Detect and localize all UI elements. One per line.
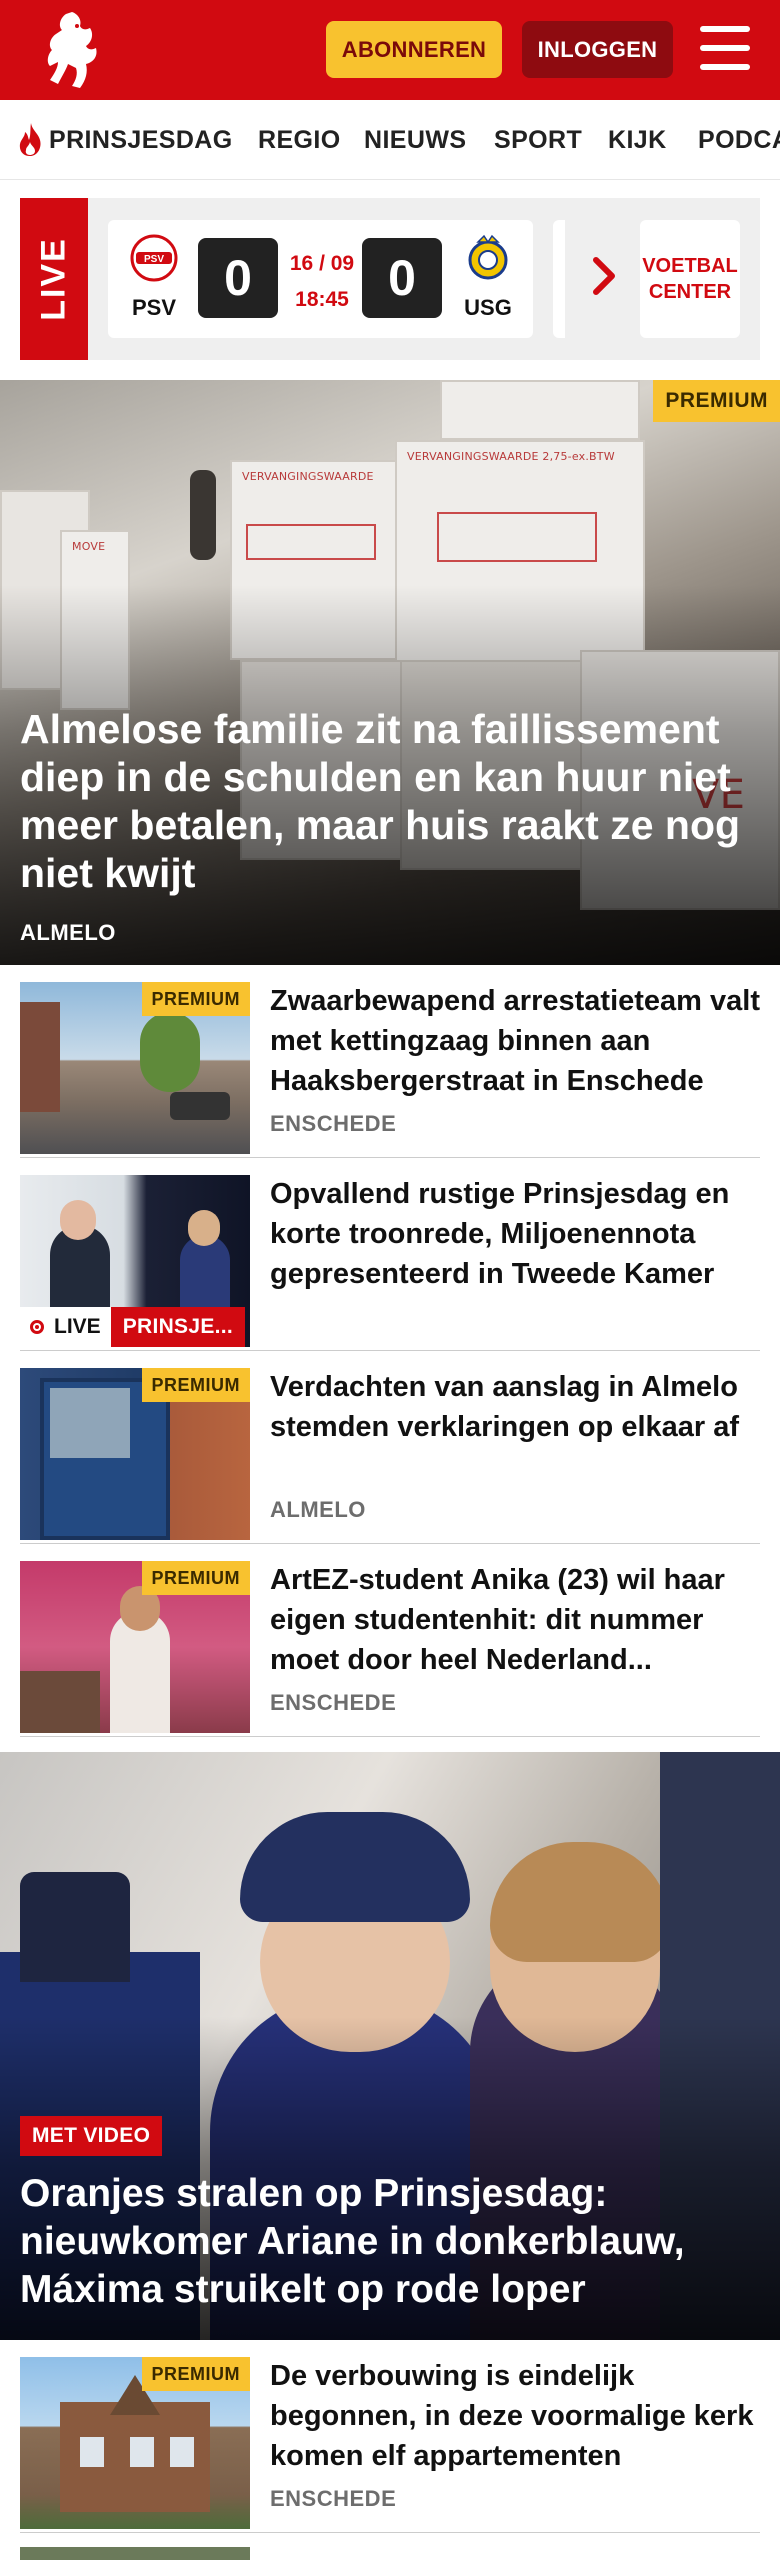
- live-chip: LIVE PRINSJE...: [20, 1307, 246, 1347]
- nav-item-sport[interactable]: SPORT: [494, 126, 582, 155]
- section-nav: PRINSJESDAG REGIO NIEUWS SPORT KIJK PODC…: [0, 100, 780, 180]
- hero-article[interactable]: MOVE VERVANGINGSWAARDE VERVANGINGSWAARDE…: [0, 380, 780, 965]
- article-thumbnail[interactable]: PREMIUM: [20, 1561, 250, 1733]
- article-item[interactable]: PREMIUM Zwaarbewapend arrestatieteam val…: [20, 965, 760, 1158]
- away-score: 0: [362, 238, 442, 318]
- nav-item-prinsjesdag[interactable]: PRINSJESDAG: [49, 126, 233, 155]
- menu-icon[interactable]: [700, 26, 752, 72]
- svg-text:PSV: PSV: [144, 254, 164, 265]
- article-headline[interactable]: ArtEZ-student Anika (23) wil haar eigen …: [270, 1560, 760, 1680]
- live-tag: LIVE: [20, 198, 88, 360]
- nav-item-podcast[interactable]: PODCA: [698, 126, 780, 155]
- home-team-name: PSV: [131, 295, 177, 320]
- article-item[interactable]: LIVE PRINSJE... Opvallend rustige Prinsj…: [20, 1158, 760, 1351]
- article-headline[interactable]: Opvallend rustige Prinsjesdag en korte t…: [270, 1174, 760, 1294]
- live-score-widget: LIVE PSV PSV 0 16 / 09 18:45 0 USG VOETB…: [20, 198, 760, 360]
- article-thumbnail[interactable]: PREMIUM: [20, 2357, 250, 2529]
- article-region: ALMELO: [270, 1497, 366, 1522]
- article-thumbnail[interactable]: PREMIUM: [20, 1368, 250, 1540]
- article-thumbnail[interactable]: [20, 2547, 250, 2560]
- premium-badge: PREMIUM: [141, 1368, 250, 1402]
- tubantia-logo-icon[interactable]: [36, 10, 104, 90]
- live-dot-icon: [30, 1320, 44, 1334]
- hero-headline[interactable]: Almelose familie zit na faillissement di…: [20, 705, 760, 897]
- article-headline[interactable]: Verdachten van aanslag in Almelo stemden…: [270, 1367, 760, 1447]
- article-item[interactable]: PREMIUM Verdachten van aanslag in Almelo…: [20, 1351, 760, 1544]
- match-datetime: 16 / 09 18:45: [289, 252, 355, 311]
- article-region: ENSCHEDE: [270, 2486, 397, 2511]
- match-card[interactable]: PSV PSV 0 16 / 09 18:45 0 USG: [108, 220, 533, 338]
- article-region: ENSCHEDE: [270, 1690, 397, 1715]
- home-score: 0: [198, 238, 278, 318]
- article-thumbnail[interactable]: LIVE PRINSJE...: [20, 1175, 250, 1347]
- article-thumbnail[interactable]: PREMIUM: [20, 982, 250, 1154]
- video-tag: MET VIDEO: [20, 2116, 163, 2156]
- top-bar: ABONNEREN INLOGGEN: [0, 0, 780, 100]
- article-item[interactable]: PREMIUM De verbouwing is eindelijk begon…: [20, 2340, 760, 2533]
- nav-item-regio[interactable]: REGIO: [258, 126, 341, 155]
- article-item[interactable]: PREMIUM ArtEZ-student Anika (23) wil haa…: [20, 1544, 760, 1737]
- away-team-name: USG: [464, 295, 512, 320]
- article-item[interactable]: [20, 2533, 760, 2560]
- psv-crest-icon: PSV: [130, 234, 178, 282]
- nav-item-nieuws[interactable]: NIEUWS: [364, 126, 466, 155]
- home-team: PSV PSV: [118, 234, 190, 321]
- hero-region: ALMELO: [20, 920, 116, 945]
- away-team: USG: [452, 234, 524, 321]
- premium-badge: PREMIUM: [141, 2357, 250, 2391]
- article-headline[interactable]: Zwaarbewapend arrestatieteam valt met ke…: [270, 981, 760, 1101]
- premium-badge: PREMIUM: [141, 982, 250, 1016]
- usg-crest-icon: [468, 234, 508, 280]
- login-button[interactable]: INLOGGEN: [522, 21, 673, 78]
- premium-badge: PREMIUM: [141, 1561, 250, 1595]
- chevron-right-icon[interactable]: [590, 256, 618, 296]
- article-headline[interactable]: De verbouwing is eindelijk begonnen, in …: [270, 2356, 760, 2476]
- flame-icon: [19, 123, 41, 156]
- article-region: ENSCHEDE: [270, 1111, 397, 1136]
- voetbal-center-link[interactable]: VOETBAL CENTER: [640, 220, 740, 338]
- subscribe-button[interactable]: ABONNEREN: [326, 21, 502, 78]
- next-match-card[interactable]: [553, 220, 565, 338]
- feature-headline[interactable]: Oranjes stralen op Prinsjesdag: nieuwkom…: [20, 2170, 760, 2314]
- category-tag[interactable]: PRINSJE...: [110, 1307, 246, 1347]
- premium-badge: PREMIUM: [653, 380, 780, 422]
- feature-article[interactable]: MET VIDEO Oranjes stralen op Prinsjesdag…: [0, 1752, 780, 2340]
- nav-item-kijk[interactable]: KIJK: [608, 126, 667, 155]
